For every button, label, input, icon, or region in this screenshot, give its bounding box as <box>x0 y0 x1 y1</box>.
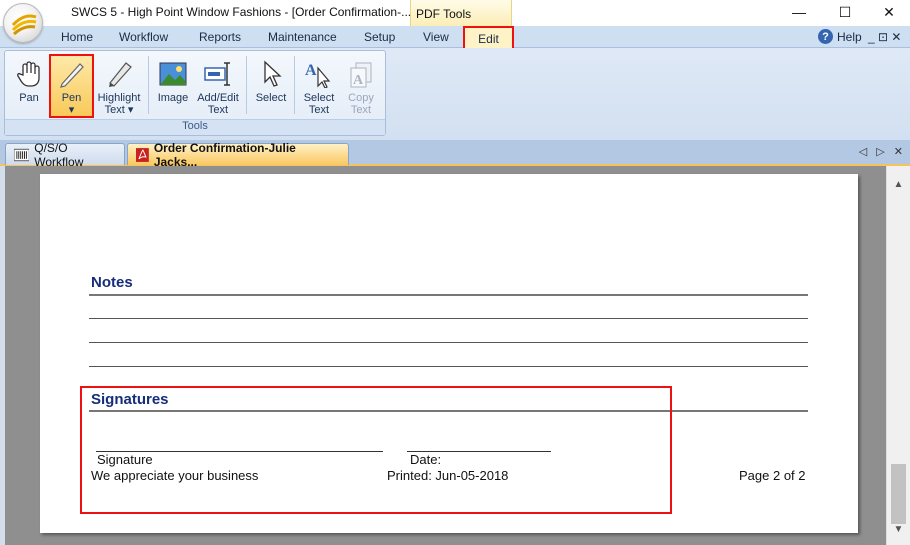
tab-qso-workflow[interactable]: Q/S/O Workflow <box>5 141 125 169</box>
app-menu-orb[interactable] <box>3 3 43 43</box>
notes-line <box>89 318 808 319</box>
minimize-button[interactable]: — <box>776 0 822 24</box>
notes-line <box>89 342 808 343</box>
pdf-icon <box>136 147 149 162</box>
signatures-highlight-box <box>80 386 672 514</box>
svg-text:A: A <box>353 73 364 88</box>
document-tab-strip: Q/S/O Workflow Order Confirmation-Julie … <box>0 140 910 169</box>
tab-reports[interactable]: Reports <box>199 30 241 44</box>
image-label: Image <box>157 92 189 104</box>
highlight-text-button[interactable]: Highlight Text ▾ <box>94 58 144 122</box>
window-title: SWCS 5 - High Point Window Fashions - [O… <box>71 5 412 19</box>
select-text-label-2: Text <box>308 104 330 116</box>
close-button[interactable]: ✕ <box>866 0 910 24</box>
pen-label: Pen <box>61 92 82 104</box>
text-box-icon <box>202 58 234 90</box>
select-text-button[interactable]: A Select Text <box>300 58 338 122</box>
pan-label: Pan <box>19 92 39 104</box>
copy-text-label-2: Text <box>350 104 372 116</box>
vertical-scrollbar[interactable]: ▲ ▼ <box>886 166 910 545</box>
add-edit-label-2: Text <box>207 104 229 116</box>
highlight-label-2: Text ▾ <box>104 104 134 116</box>
highlight-label-1: Highlight <box>97 92 141 104</box>
pan-button[interactable]: Pan <box>12 58 46 122</box>
tab-nav-controls[interactable]: ◁ ▷ ✕ <box>859 145 906 158</box>
add-edit-label-1: Add/Edit <box>197 92 239 104</box>
scroll-down-button[interactable]: ▼ <box>887 519 910 539</box>
notes-rule <box>89 294 808 296</box>
pen-button[interactable]: Pen ▾ <box>51 58 92 122</box>
tab-qso-workflow-label: Q/S/O Workflow <box>34 140 84 169</box>
copy-text-button[interactable]: A Copy Text <box>342 58 380 122</box>
app-logo-icon <box>11 14 37 36</box>
help-button[interactable]: ? Help <box>818 29 862 44</box>
image-button[interactable]: Image <box>154 58 192 122</box>
ribbon-separator <box>246 56 247 114</box>
highlighter-icon <box>103 58 135 90</box>
tab-order-confirmation[interactable]: Order Confirmation-Julie Jacks... <box>127 141 349 169</box>
image-icon <box>157 58 189 90</box>
select-button[interactable]: Select <box>252 58 290 122</box>
tab-setup[interactable]: Setup <box>364 30 395 44</box>
help-icon: ? <box>818 29 833 44</box>
maximize-button[interactable]: ☐ <box>822 0 868 24</box>
pen-icon <box>56 58 88 90</box>
ribbon-separator <box>294 56 295 114</box>
pen-dropdown-arrow: ▾ <box>68 104 75 116</box>
hand-icon <box>13 58 45 90</box>
pdf-tools-context-header: PDF Tools <box>410 0 512 26</box>
notes-line <box>89 366 808 367</box>
select-text-label-1: Select <box>303 92 335 104</box>
select-label: Select <box>255 92 287 104</box>
barcode-icon <box>14 148 30 161</box>
tab-workflow[interactable]: Workflow <box>119 30 168 44</box>
select-text-icon: A <box>303 58 335 90</box>
ribbon-separator <box>148 56 149 114</box>
help-label: Help <box>837 29 862 44</box>
cursor-arrow-icon <box>255 58 287 90</box>
tab-maintenance[interactable]: Maintenance <box>268 30 337 44</box>
notes-heading: Notes <box>91 274 133 291</box>
scroll-thumb[interactable] <box>891 464 906 524</box>
ribbon-tab-bar: Home Workflow Reports Maintenance Setup … <box>0 26 910 48</box>
copy-text-label-1: Copy <box>348 92 374 104</box>
tab-home[interactable]: Home <box>61 30 93 44</box>
scroll-up-button[interactable]: ▲ <box>887 174 910 194</box>
add-edit-text-button[interactable]: Add/Edit Text <box>194 58 242 122</box>
copy-text-icon: A <box>345 58 377 90</box>
title-bar: SWCS 5 - High Point Window Fashions - [O… <box>0 0 910 26</box>
mdi-window-controls[interactable]: _ ⊡ ✕ <box>868 30 901 44</box>
pdf-tools-label: PDF Tools <box>416 7 472 21</box>
page-number: Page 2 of 2 <box>739 468 806 483</box>
svg-text:A: A <box>305 62 317 79</box>
tab-view[interactable]: View <box>423 30 449 44</box>
tab-order-confirmation-label: Order Confirmation-Julie Jacks... <box>153 140 296 169</box>
